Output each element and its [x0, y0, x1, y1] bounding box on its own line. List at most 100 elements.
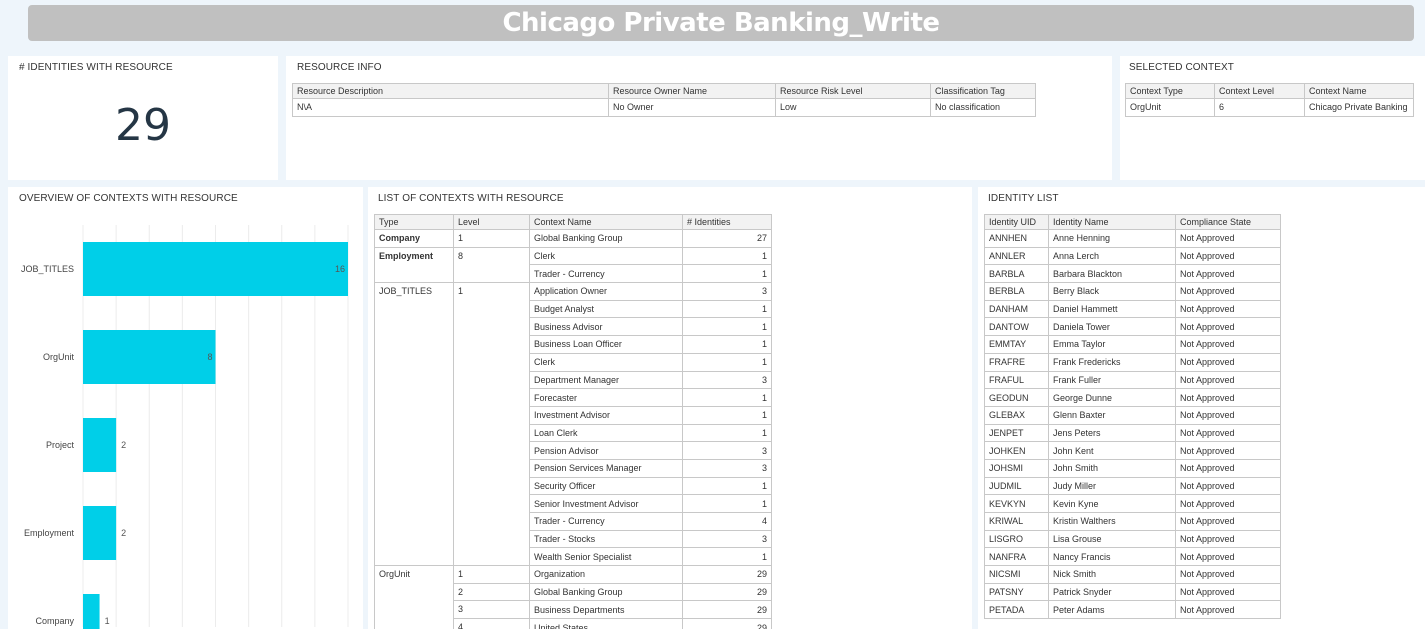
identity-name-cell: Kevin Kyne — [1048, 494, 1176, 513]
identity-count-cell: 1 — [682, 317, 772, 336]
context-name-cell: Business Advisor — [529, 317, 683, 336]
compliance-state-cell: Not Approved — [1175, 565, 1281, 584]
column-header[interactable]: Identity Name — [1048, 214, 1176, 230]
chart-bar[interactable] — [83, 594, 100, 629]
column-header[interactable]: Context Name — [1304, 83, 1414, 99]
compliance-state-cell: Not Approved — [1175, 600, 1281, 620]
table-row[interactable]: PETADA Peter Adams Not Approved — [984, 600, 1281, 620]
table-row[interactable]: JOHKEN John Kent Not Approved — [984, 441, 1281, 460]
table-cell: Low — [775, 98, 931, 117]
context-type-cell: JOB_TITLES — [374, 282, 454, 567]
identity-name-cell: Daniela Tower — [1048, 317, 1176, 337]
chart-bar[interactable] — [83, 242, 348, 296]
chart-bar[interactable] — [83, 330, 216, 384]
identity-uid-cell: FRAFUL — [984, 370, 1049, 390]
table-row[interactable]: JOHSMI John Smith Not Approved — [984, 458, 1281, 478]
table-row[interactable]: LISGRO Lisa Grouse Not Approved — [984, 529, 1281, 549]
column-header[interactable]: Resource Owner Name — [608, 83, 776, 99]
identity-count-cell: 1 — [682, 335, 772, 354]
table-row[interactable]: JOB_TITLES 1 Application Owner 3 — [374, 282, 772, 567]
table-row[interactable]: EMMTAY Emma Taylor Not Approved — [984, 335, 1281, 354]
table-row[interactable]: KEVKYN Kevin Kyne Not Approved — [984, 494, 1281, 513]
resource-info-panel: RESOURCE INFO Resource Description Resou… — [286, 56, 1112, 180]
compliance-state-cell: Not Approved — [1175, 423, 1281, 443]
table-row[interactable]: OrgUnit 1 Organization 29 — [374, 565, 772, 629]
table-row[interactable]: Company 1 Global Banking Group 27 — [374, 229, 772, 248]
chart-bar[interactable] — [83, 418, 117, 472]
identity-uid-cell: JENPET — [984, 423, 1049, 443]
table-row[interactable]: JENPET Jens Peters Not Approved — [984, 423, 1281, 443]
table-row[interactable]: ANNLER Anna Lerch Not Approved — [984, 246, 1281, 266]
identity-uid-cell: DANHAM — [984, 299, 1049, 319]
table-row[interactable]: NICSMI Nick Smith Not Approved — [984, 565, 1281, 584]
context-name-cell: Application Owner — [529, 282, 683, 301]
identity-count-cell: 1 — [682, 405, 772, 425]
column-header[interactable]: Classification Tag — [930, 83, 1036, 99]
identity-count-cell: 1 — [682, 476, 772, 495]
table-row[interactable]: GEODUN George Dunne Not Approved — [984, 388, 1281, 407]
chart-category-label: Project — [46, 440, 75, 450]
context-name-cell: United States — [529, 618, 683, 629]
context-level-cell: 2 — [453, 582, 530, 602]
identity-uid-cell: ANNLER — [984, 246, 1049, 266]
identity-name-cell: Anna Lerch — [1048, 246, 1176, 266]
table-cell: No classification — [930, 98, 1036, 117]
chart-bar[interactable] — [83, 506, 117, 560]
identity-count-cell: 3 — [682, 370, 772, 389]
table-row[interactable]: FRAFUL Frank Fuller Not Approved — [984, 370, 1281, 390]
identity-uid-cell: PETADA — [984, 600, 1049, 620]
column-header[interactable]: Level — [453, 214, 530, 230]
selected-context-panel: SELECTED CONTEXT Context Type Context Le… — [1120, 56, 1425, 180]
context-type-cell: Company — [374, 229, 454, 248]
table-row[interactable]: PATSNY Patrick Snyder Not Approved — [984, 582, 1281, 602]
context-level-cell: 1 — [453, 565, 530, 584]
context-name-cell: Senior Investment Advisor — [529, 494, 683, 513]
table-row[interactable]: BARBLA Barbara Blackton Not Approved — [984, 264, 1281, 284]
identity-name-cell: George Dunne — [1048, 388, 1176, 407]
context-name-cell: Clerk — [529, 352, 683, 371]
column-header[interactable]: Compliance State — [1175, 214, 1281, 230]
compliance-state-cell: Not Approved — [1175, 405, 1281, 425]
column-header[interactable]: Type — [374, 214, 454, 230]
column-header[interactable]: # Identities — [682, 214, 772, 230]
identity-count-cell: 1 — [682, 388, 772, 407]
column-header[interactable]: Resource Risk Level — [775, 83, 931, 99]
identity-count-cell: 29 — [682, 600, 772, 619]
identity-uid-cell: JOHSMI — [984, 458, 1049, 478]
identity-name-cell: Frank Fredericks — [1048, 352, 1176, 372]
table-row[interactable]: GLEBAX Glenn Baxter Not Approved — [984, 405, 1281, 425]
contexts-bar-chart: JOB_TITLES 16 OrgUnit 8 Project 2 Employment 2 C… — [21, 225, 349, 629]
table-row[interactable]: ANNHEN Anne Henning Not Approved — [984, 229, 1281, 248]
column-header[interactable]: Context Name — [529, 214, 683, 230]
identity-name-cell: Glenn Baxter — [1048, 405, 1176, 425]
context-name-cell: Trader - Currency — [529, 264, 683, 283]
identity-name-cell: Barbara Blackton — [1048, 264, 1176, 284]
table-row[interactable]: KRIWAL Kristin Walthers Not Approved — [984, 512, 1281, 531]
panel-title: RESOURCE INFO — [297, 62, 382, 73]
table-row[interactable]: BERBLA Berry Black Not Approved — [984, 282, 1281, 301]
identity-count-cell: 1 — [682, 264, 772, 283]
table-row[interactable]: OrgUnit 6 Chicago Private Banking — [1125, 98, 1414, 117]
compliance-state-cell: Not Approved — [1175, 441, 1281, 460]
table-row[interactable]: DANTOW Daniela Tower Not Approved — [984, 317, 1281, 337]
column-header[interactable]: Context Level — [1214, 83, 1305, 99]
column-header[interactable]: Context Type — [1125, 83, 1215, 99]
context-level-cell: 4 — [453, 618, 530, 629]
column-header[interactable]: Identity UID — [984, 214, 1049, 230]
chart-value-label: 2 — [121, 528, 126, 538]
chart-value-label: 16 — [335, 264, 345, 274]
identity-count-cell: 4 — [682, 512, 772, 531]
table-row[interactable]: Employment 8 Clerk 1 — [374, 246, 772, 284]
table-row[interactable]: JUDMIL Judy Miller Not Approved — [984, 476, 1281, 496]
table-row[interactable]: N\A No Owner Low No classification — [292, 98, 1036, 117]
table-row[interactable]: NANFRA Nancy Francis Not Approved — [984, 547, 1281, 567]
chart-category-label: OrgUnit — [43, 352, 75, 362]
table-row[interactable]: DANHAM Daniel Hammett Not Approved — [984, 299, 1281, 319]
overview-chart-panel: OVERVIEW OF CONTEXTS WITH RESOURCE JOB_T… — [8, 187, 363, 629]
context-name-cell: Business Loan Officer — [529, 335, 683, 354]
table-row[interactable]: FRAFRE Frank Fredericks Not Approved — [984, 352, 1281, 372]
compliance-state-cell: Not Approved — [1175, 352, 1281, 372]
identity-name-cell: Daniel Hammett — [1048, 299, 1176, 319]
identity-uid-cell: KRIWAL — [984, 512, 1049, 531]
column-header[interactable]: Resource Description — [292, 83, 609, 99]
